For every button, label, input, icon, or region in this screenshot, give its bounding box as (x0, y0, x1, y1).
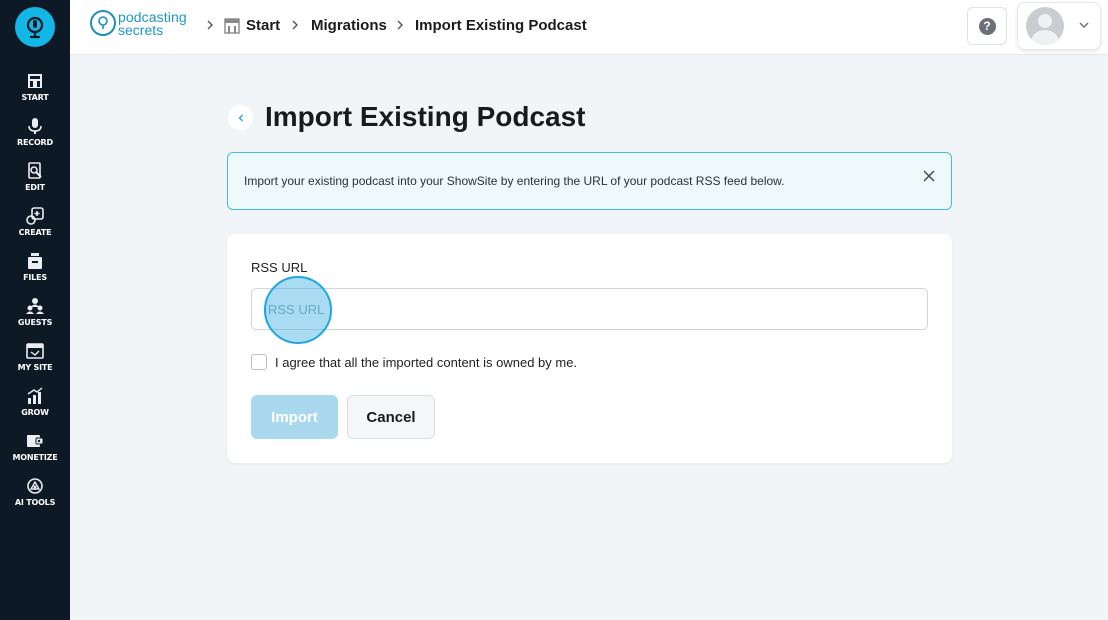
sidebar-item-label: RECORD (17, 138, 53, 147)
sidebar-item-files[interactable]: FILES (0, 252, 70, 296)
sidebar: START RECORD EDIT CREATE FILES GUESTS MY… (0, 0, 70, 620)
guests-icon (26, 298, 44, 314)
rss-url-input[interactable] (251, 288, 928, 330)
sidebar-item-label: CREATE (18, 228, 52, 237)
breadcrumb-migrations[interactable]: Migrations (311, 17, 387, 34)
info-message: Import your existing podcast into your S… (244, 174, 785, 188)
files-icon (28, 253, 42, 269)
import-form-card: RSS URL I agree that all the imported co… (227, 234, 952, 463)
sidebar-item-label: EDIT (25, 183, 45, 192)
close-icon[interactable] (922, 169, 936, 183)
chevron-right-icon (397, 20, 403, 30)
start-icon (224, 18, 240, 34)
avatar (1026, 7, 1064, 45)
sidebar-item-start[interactable]: START (0, 72, 70, 116)
monetize-icon (27, 435, 44, 447)
help-button[interactable]: ? (967, 7, 1007, 45)
sidebar-item-label: GUESTS (17, 318, 53, 327)
agree-checkbox[interactable] (251, 354, 267, 370)
profile-menu-button[interactable] (1017, 2, 1101, 50)
microphone-icon (28, 118, 42, 134)
chevron-down-icon (1079, 22, 1089, 29)
sidebar-item-my-site[interactable]: MY SITE (0, 342, 70, 386)
sidebar-item-create[interactable]: CREATE (0, 207, 70, 251)
cancel-button[interactable]: Cancel (347, 395, 435, 439)
brand-mark-icon (90, 10, 116, 36)
start-icon (28, 74, 42, 88)
ai-tools-icon (27, 478, 43, 494)
brand-name-line2: secrets (118, 22, 164, 38)
sidebar-item-monetize[interactable]: MONETIZE (0, 432, 70, 476)
edit-icon (28, 162, 42, 179)
sidebar-item-label: MY SITE (17, 363, 53, 372)
top-bar: podcasting secrets Start Migrations Impo… (70, 0, 1108, 55)
sidebar-item-label: MONETIZE (12, 453, 58, 462)
sidebar-item-label: FILES (23, 273, 47, 282)
breadcrumb-import-existing-podcast: Import Existing Podcast (415, 17, 587, 34)
create-icon (26, 207, 44, 225)
chevron-right-icon (292, 20, 298, 30)
import-button[interactable]: Import (251, 395, 338, 439)
grow-icon (27, 387, 43, 404)
sidebar-item-record[interactable]: RECORD (0, 117, 70, 161)
sidebar-item-ai-tools[interactable]: AI TOOLS (0, 477, 70, 521)
page-title: Import Existing Podcast (265, 101, 586, 132)
app-logo-icon[interactable] (15, 7, 55, 47)
chevron-right-icon (207, 20, 213, 30)
sidebar-item-label: START (21, 93, 49, 102)
agree-checkbox-label[interactable]: I agree that all the imported content is… (275, 355, 577, 370)
help-icon: ? (978, 17, 996, 35)
back-button[interactable] (228, 105, 253, 130)
sidebar-item-guests[interactable]: GUESTS (0, 297, 70, 341)
my-site-icon (26, 343, 44, 359)
sidebar-item-edit[interactable]: EDIT (0, 162, 70, 206)
chevron-left-icon (238, 114, 243, 121)
sidebar-item-label: AI TOOLS (14, 498, 56, 507)
rss-url-label: RSS URL (251, 260, 308, 275)
breadcrumb-start[interactable]: Start (246, 17, 280, 34)
sidebar-item-grow[interactable]: GROW (0, 387, 70, 431)
brand-logo[interactable]: podcasting secrets (90, 9, 198, 39)
sidebar-item-label: GROW (21, 408, 49, 417)
info-banner: Import your existing podcast into your S… (227, 152, 952, 210)
